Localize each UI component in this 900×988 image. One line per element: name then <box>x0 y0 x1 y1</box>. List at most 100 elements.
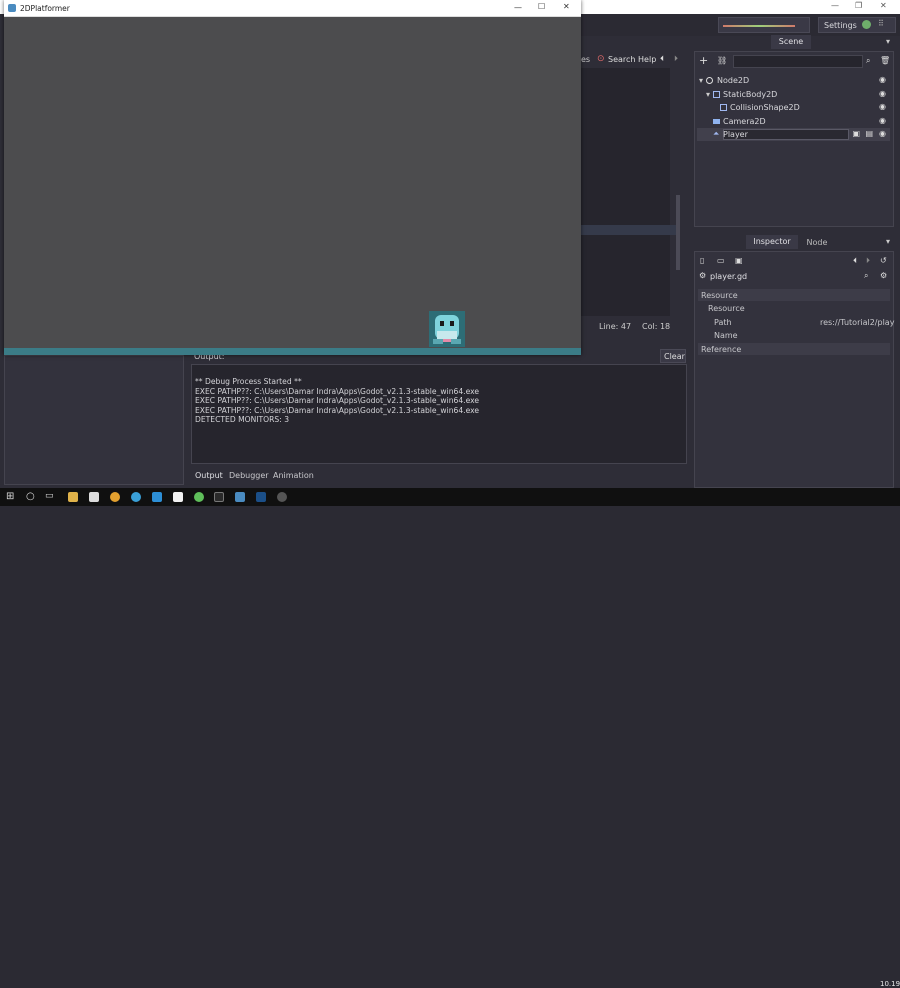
maximize-icon[interactable]: ☐ <box>538 2 545 11</box>
current-line-highlight <box>580 225 676 235</box>
log-line: EXEC PATHP??: C:\Users\Damar Indra\Apps\… <box>195 386 480 396</box>
tree-item-label: Camera2D <box>723 117 766 126</box>
section-resource[interactable]: Resource <box>698 289 890 301</box>
taskbar: ⊞ ○ ▭ 10.19 <box>0 488 900 988</box>
add-node-icon[interactable]: + <box>699 55 708 66</box>
windows-start-icon[interactable]: ⊞ <box>6 491 14 502</box>
filesystem-dock <box>4 355 184 485</box>
game-window[interactable]: 2DPlatformer — ☐ ✕ <box>4 0 581 355</box>
menu-icon[interactable]: ⠿ <box>878 19 884 28</box>
back-icon[interactable]: ⏴ <box>660 54 664 64</box>
tab-scene-label: Scene <box>778 37 804 46</box>
log-line: ** Debug Process Started ** <box>195 377 302 386</box>
property-path-value[interactable]: res://Tutorial2/play <box>820 318 894 327</box>
search-icon[interactable]: ⌕ <box>864 271 868 281</box>
tree-item-camera2d[interactable]: Camera2D ◉ <box>697 115 890 128</box>
gear-icon: ⚙ <box>699 271 707 280</box>
section-label: Resource <box>701 291 738 300</box>
visibility-icon[interactable]: ◉ <box>879 75 886 84</box>
collision-shape-icon <box>720 104 727 111</box>
visibility-icon[interactable]: ◉ <box>879 89 886 98</box>
subsection-resource[interactable]: Resource <box>708 304 745 313</box>
edge-icon[interactable] <box>131 492 141 502</box>
help-icon: ⊙ <box>597 54 605 64</box>
player-sprite <box>429 311 465 347</box>
log-line: EXEC PATHP??: C:\Users\Damar Indra\Apps\… <box>195 396 480 406</box>
spotify-icon[interactable] <box>194 492 204 502</box>
close-icon[interactable]: ✕ <box>880 1 887 10</box>
scene-filter-input[interactable] <box>733 55 863 68</box>
property-name-label: Name <box>714 331 738 340</box>
minimize-icon[interactable]: — <box>514 3 522 12</box>
visibility-icon[interactable]: ◉ <box>879 116 886 125</box>
tree-item-label: Node2D <box>717 76 750 85</box>
history-forward-icon[interactable]: ⏵ <box>866 256 870 266</box>
staticbody-icon <box>713 91 720 98</box>
store-icon[interactable] <box>89 492 99 502</box>
game-window-title: 2DPlatformer <box>20 4 70 13</box>
script-scrollbar[interactable] <box>676 195 680 270</box>
visibility-icon[interactable]: ◉ <box>879 129 886 138</box>
minimize-icon[interactable]: — <box>831 1 839 10</box>
dock-menu-icon[interactable]: ▾ <box>886 37 890 46</box>
new-resource-icon[interactable]: ▯ <box>700 256 704 265</box>
section-reference[interactable]: Reference <box>698 343 890 355</box>
classes-tab-tail[interactable]: es <box>581 55 590 64</box>
chat-icon[interactable] <box>173 492 183 502</box>
task-view-icon[interactable]: ▭ <box>45 491 54 501</box>
tab-node[interactable]: Node <box>802 235 832 249</box>
search-help-button[interactable]: Search Help <box>608 55 656 64</box>
check-icon <box>862 20 871 29</box>
film-icon[interactable]: ▣ <box>852 129 860 138</box>
search-icon[interactable]: ○ <box>26 491 35 502</box>
taskbar-clock[interactable]: 10.19 <box>880 980 900 988</box>
terminal-icon[interactable] <box>214 492 224 502</box>
settings-icon[interactable]: ⚙ <box>880 271 887 280</box>
tab-inspector-label: Inspector <box>753 237 791 246</box>
tab-output[interactable]: Output <box>195 471 223 480</box>
godot-taskbar-icon[interactable] <box>235 492 245 502</box>
telegram-icon[interactable] <box>152 492 162 502</box>
ground-platform <box>4 348 581 355</box>
tree-item-staticbody2d[interactable]: ▾ StaticBody2D ◉ <box>697 88 890 101</box>
tree-item-label: CollisionShape2D <box>730 103 800 112</box>
tab-inspector[interactable]: Inspector <box>746 235 798 249</box>
collapse-icon[interactable]: ▾ <box>699 76 703 85</box>
script-text-area[interactable] <box>580 68 670 316</box>
tree-item-node2d[interactable]: ▾ Node2D ◉ <box>697 74 890 87</box>
script-icon[interactable]: ▤ <box>865 129 873 138</box>
clear-button[interactable]: Clear <box>660 349 686 363</box>
tree-item-collisionshape2d[interactable]: CollisionShape2D ◉ <box>697 101 890 114</box>
history-icon[interactable]: ↺ <box>880 256 887 265</box>
collapse-icon[interactable]: ▾ <box>706 90 710 99</box>
trash-icon[interactable]: 🗑 <box>880 56 890 65</box>
kinematic-icon: ⏶ <box>713 129 720 138</box>
tab-scene[interactable]: Scene <box>771 35 811 49</box>
forward-icon[interactable]: ⏵ <box>674 54 678 64</box>
output-log[interactable]: ** Debug Process Started ** EXEC PATHP??… <box>191 364 687 464</box>
camera-icon <box>713 119 720 124</box>
game-titlebar[interactable]: 2DPlatformer — ☐ ✕ <box>4 0 581 17</box>
edited-resource-name: player.gd <box>710 272 748 281</box>
open-folder-icon[interactable]: ▭ <box>717 256 725 265</box>
clock-app-icon[interactable] <box>277 492 287 502</box>
file-explorer-icon[interactable] <box>68 492 78 502</box>
restore-icon[interactable]: ❐ <box>855 1 862 10</box>
tree-item-label: StaticBody2D <box>723 90 778 99</box>
link-icon[interactable]: ⛓ <box>717 56 727 65</box>
history-back-icon[interactable]: ⏴ <box>853 256 857 266</box>
steam-icon[interactable] <box>256 492 266 502</box>
search-icon[interactable]: ⌕ <box>866 56 870 66</box>
tab-debugger[interactable]: Debugger <box>229 471 269 480</box>
inspector-dock <box>694 251 894 488</box>
tab-node-label: Node <box>806 238 828 247</box>
visibility-icon[interactable]: ◉ <box>879 102 886 111</box>
chrome-icon[interactable] <box>110 492 120 502</box>
settings-button[interactable]: Settings <box>818 17 896 33</box>
log-line: DETECTED MONITORS: 3 <box>195 415 290 425</box>
close-icon[interactable]: ✕ <box>563 2 570 11</box>
tab-animation[interactable]: Animation <box>273 471 314 480</box>
dock-menu-icon[interactable]: ▾ <box>886 237 890 246</box>
property-path-label: Path <box>714 318 732 327</box>
save-icon[interactable]: ▣ <box>735 256 743 265</box>
